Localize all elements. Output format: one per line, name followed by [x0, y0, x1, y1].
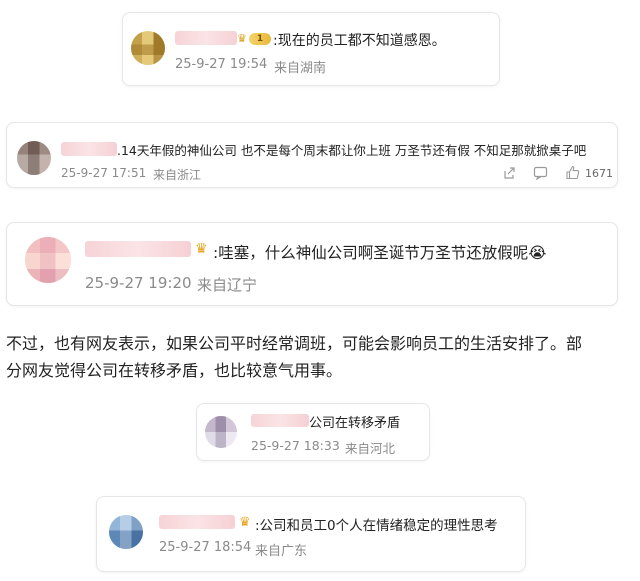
- article-line: 不过，也有网友表示，如果公司平时经常调班，可能会影响员工的生活安排了。部: [6, 334, 583, 353]
- avatar[interactable]: [17, 141, 51, 175]
- comment-text: :哇塞，什么神仙公司啊圣诞节万圣节还放假呢😭: [213, 244, 547, 262]
- username-blurred[interactable]: [159, 515, 235, 529]
- comment-location: 来自浙江: [153, 168, 202, 182]
- comment-timestamp: 25-9-27 18:54: [159, 540, 252, 555]
- comment-timestamp: 25-9-27 19:20: [85, 274, 192, 292]
- crown-badge-icon: ♛: [239, 515, 251, 530]
- comment-text: .14天年假的神仙公司 也不是每个周末都让你上班 万圣节还有假 不知足那就掀桌子…: [117, 143, 587, 158]
- username-blurred[interactable]: [85, 241, 191, 257]
- comment-location: 来自辽宁: [197, 276, 258, 294]
- comment-timestamp: 25-9-27 17:51: [61, 166, 147, 180]
- comment-location: 来自湖南: [274, 61, 327, 76]
- article-line: 分网友觉得公司在转移矛盾，也比较意气用事。: [6, 361, 343, 380]
- username-blurred[interactable]: [175, 31, 237, 45]
- crown-badge-icon: ♛: [237, 32, 247, 45]
- level-badge: 1: [249, 33, 271, 45]
- comment-text: 公司在转移矛盾: [309, 416, 401, 431]
- comment-card: 公司在转移矛盾 25-9-27 18:33 来自河北: [196, 403, 430, 461]
- comment-location: 来自广东: [255, 544, 308, 559]
- share-icon[interactable]: [502, 166, 516, 180]
- username-blurred[interactable]: [251, 414, 309, 427]
- comment-card: ♛ 1 :现在的员工都不知道感恩。 25-9-27 19:54 来自湖南: [122, 12, 500, 86]
- comment-card: .14天年假的神仙公司 也不是每个周末都让你上班 万圣节还有假 不知足那就掀桌子…: [6, 122, 618, 188]
- username-blurred[interactable]: [61, 142, 117, 156]
- avatar[interactable]: [131, 31, 165, 65]
- avatar[interactable]: [205, 416, 237, 448]
- article-paragraph: 不过，也有网友表示，如果公司平时经常调班，可能会影响员工的生活安排了。部 分网友…: [6, 330, 632, 384]
- comment-icon[interactable]: [533, 166, 548, 180]
- comment-location: 来自河北: [345, 441, 396, 456]
- crown-badge-icon: ♛: [195, 241, 208, 257]
- comment-timestamp: 25-9-27 18:33: [251, 438, 340, 453]
- avatar[interactable]: [109, 515, 143, 549]
- comment-text: :现在的员工都不知道感恩。: [273, 33, 446, 49]
- thumbs-up-icon[interactable]: [565, 165, 580, 180]
- comment-text: :公司和员工0个人在情绪稳定的理性思考: [255, 518, 498, 534]
- comment-card: ♛ :公司和员工0个人在情绪稳定的理性思考 25-9-27 18:54 来自广东: [96, 496, 526, 572]
- comment-card: ♛ :哇塞，什么神仙公司啊圣诞节万圣节还放假呢😭 25-9-27 19:20 来…: [6, 222, 618, 306]
- comment-timestamp: 25-9-27 19:54: [175, 57, 268, 72]
- like-count: 1671: [585, 167, 613, 180]
- avatar[interactable]: [25, 237, 71, 283]
